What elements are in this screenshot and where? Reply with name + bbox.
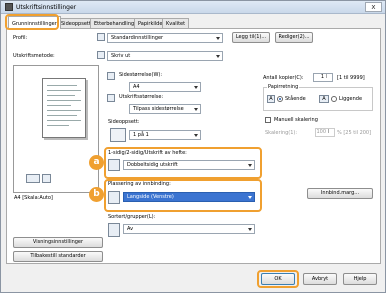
landscape-icon: A — [319, 95, 329, 103]
settings-preview-icon — [42, 174, 51, 183]
scaling-label: Skalering(1): — [265, 130, 298, 136]
copies-label: Antall kopier(C): — [263, 75, 304, 81]
collate-label: Sortert/grupper(L): — [108, 214, 156, 220]
callout-b-badge: b — [89, 187, 104, 202]
tab-panel: Profil: Standardinnstillinger Legg til(1… — [6, 28, 381, 264]
page-size-icon — [107, 72, 115, 80]
callout-a-badge: a — [89, 155, 104, 170]
portrait-radio[interactable] — [277, 96, 283, 102]
output-size-value: Tilpass sidestørrelse — [133, 106, 184, 112]
preview-caption: A4 [Skala:Auto] — [14, 195, 53, 201]
binding-margin-button[interactable]: Innbind.marg... — [307, 188, 373, 199]
preview-line — [47, 100, 81, 101]
binding-label: Plassering av innbinding: — [108, 181, 171, 187]
binding-select[interactable]: Langside (Venstre) — [123, 192, 255, 202]
page-size-select[interactable]: A4 — [129, 82, 201, 92]
preview-line — [47, 95, 75, 96]
collate-icon — [108, 223, 120, 237]
close-button[interactable]: x — [365, 2, 382, 12]
output-size-icon — [107, 94, 115, 102]
duplex-value: Dobbeltsidig utskrift — [127, 162, 178, 168]
output-method-value: Skriv ut — [111, 53, 131, 59]
page-layout-icon — [110, 128, 126, 142]
landscape-radio[interactable] — [331, 96, 337, 102]
chevron-down-icon — [216, 37, 220, 40]
chevron-down-icon — [194, 108, 198, 111]
scaling-value: 100 — [316, 129, 326, 135]
page-size-value: A4 — [133, 84, 140, 90]
chevron-down-icon — [248, 228, 252, 231]
duplex-select[interactable]: Dobbeltsidig utskrift — [123, 160, 255, 170]
manual-scaling-label: Manuell skalering — [274, 117, 318, 123]
cancel-button[interactable]: Avbryt — [303, 273, 337, 285]
tab-highlight — [5, 14, 59, 30]
profile-select[interactable]: Standardinnstillinger — [107, 33, 223, 43]
preview-line — [47, 105, 71, 106]
tab-finishing[interactable]: Etterbehandling — [90, 18, 139, 28]
preview-line — [47, 120, 81, 121]
chevron-down-icon — [194, 86, 198, 89]
scaling-input[interactable]: 100 — [315, 128, 335, 137]
copies-value: 1 — [320, 74, 324, 80]
preview-line — [47, 85, 77, 86]
chevron-down-icon — [194, 134, 198, 137]
page-layout-value: 1 på 1 — [133, 132, 149, 138]
spin-up-icon[interactable] — [328, 129, 334, 133]
chevron-down-icon — [216, 55, 220, 58]
chevron-down-icon — [248, 196, 252, 199]
help-button[interactable]: Hjelp — [343, 273, 377, 285]
portrait-label: Stående — [285, 96, 306, 102]
binding-icon — [108, 191, 120, 204]
page-layout-select[interactable]: 1 på 1 — [129, 130, 201, 140]
title-bar: Utskriftsinnstillinger x — [1, 1, 385, 14]
collate-select[interactable]: Av — [123, 224, 255, 234]
copies-input[interactable]: 1 — [313, 73, 333, 82]
profile-label: Profil: — [13, 35, 28, 41]
tab-quality[interactable]: Kvalitet — [162, 18, 190, 28]
duplex-icon — [108, 159, 120, 171]
view-settings-button[interactable]: Visningsinnstillinger — [13, 237, 103, 248]
printer-icon — [5, 3, 13, 11]
preview-line — [47, 90, 81, 91]
binding-value: Langside (Venstre) — [127, 194, 174, 200]
add-profile-button[interactable]: Legg til(1)... — [232, 32, 270, 43]
duplex-label: 1-sidig/2-sidig/Utskrift av hefte: — [108, 150, 187, 156]
chevron-down-icon — [248, 164, 252, 167]
printer-preview-icon — [26, 174, 40, 183]
manual-scaling-checkbox[interactable] — [265, 117, 271, 123]
window-title: Utskriftsinnstillinger — [16, 4, 77, 11]
collate-value: Av — [127, 226, 134, 232]
portrait-icon: A — [267, 95, 275, 103]
edit-profile-button[interactable]: Rediger(2)... — [275, 32, 313, 43]
copies-range: [1 til 9999] — [337, 75, 365, 81]
output-size-select[interactable]: Tilpass sidestørrelse — [129, 104, 201, 114]
preview-line — [47, 125, 69, 126]
preview-line — [47, 115, 77, 116]
print-settings-window: Utskriftsinnstillinger x Grunninnstillin… — [0, 0, 386, 293]
reset-defaults-button[interactable]: Tilbakestill standarder — [13, 251, 103, 262]
profile-icon — [97, 33, 105, 41]
output-method-label: Utskriftsmetode: — [13, 53, 55, 59]
output-method-select[interactable]: Skriv ut — [107, 51, 223, 61]
output-size-label: Utskriftsstørrelse: — [119, 94, 164, 100]
print-icon — [97, 51, 105, 59]
page-preview — [13, 65, 99, 193]
preview-line — [47, 110, 81, 111]
landscape-label: Liggende — [339, 96, 363, 102]
profile-value: Standardinnstillinger — [111, 35, 164, 41]
orientation-label: Papirretning — [267, 84, 300, 90]
ok-button[interactable]: OK — [261, 273, 295, 285]
scaling-range: % [25 til 200] — [337, 130, 372, 136]
preview-page — [42, 78, 86, 138]
spin-up-icon[interactable] — [326, 74, 332, 78]
page-size-label: Sidestørrelse(W): — [119, 72, 163, 78]
page-layout-label: Sideoppsett: — [108, 119, 140, 125]
